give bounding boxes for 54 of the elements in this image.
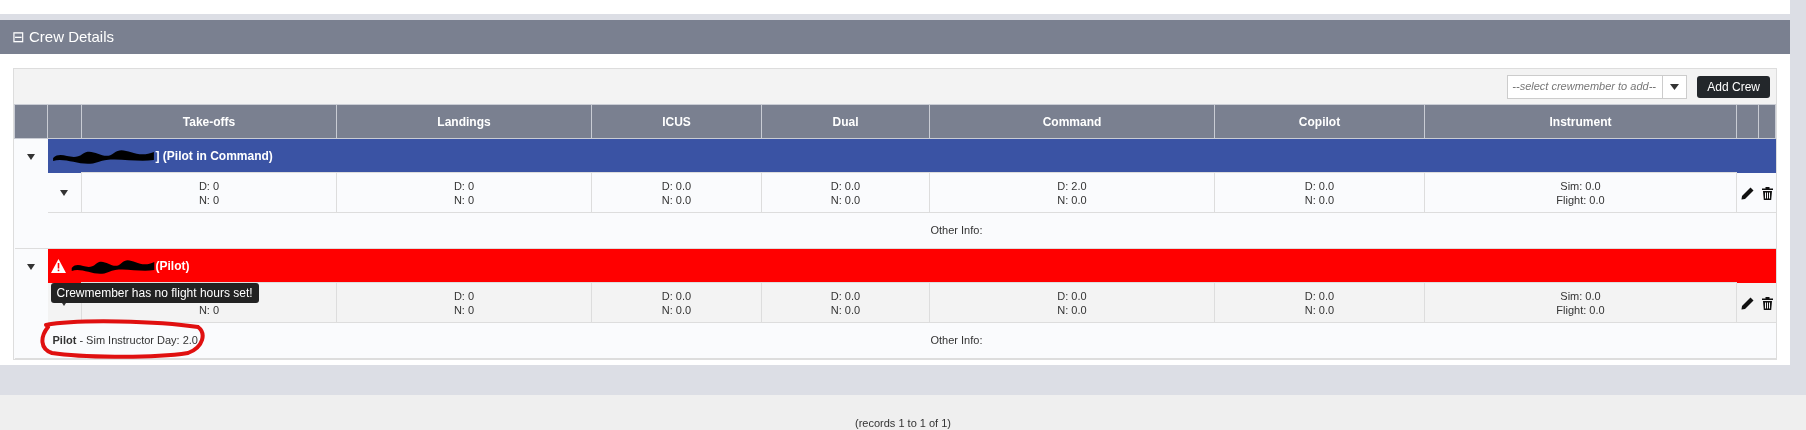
select-placeholder: --select crewmember to add-- — [1511, 79, 1657, 95]
edit-icon[interactable] — [1741, 296, 1755, 310]
hours-value: Sim: 0.0 — [1559, 178, 1602, 193]
hours-value: D: 0.0 — [660, 178, 693, 193]
records-count: (records 1 to 1 of 1) — [855, 416, 951, 430]
hours-value: N: 0.0 — [660, 192, 693, 207]
caret-icon[interactable] — [27, 153, 35, 160]
hours-value: N: 0 — [452, 302, 476, 317]
hours-value: N: 0 — [452, 192, 476, 207]
delete-icon[interactable] — [1761, 186, 1773, 200]
caret-icon[interactable] — [60, 190, 69, 197]
crew-role: ] (Pilot in Command) — [155, 147, 273, 165]
hours-value: Sim: 0.0 — [1559, 288, 1602, 303]
column-header: Landings — [336, 104, 592, 139]
hours-value: D: 0.0 — [829, 178, 862, 193]
hours-value: N: 0.0 — [829, 302, 862, 317]
other-info-label: Other Info: — [930, 334, 983, 347]
edit-icon[interactable] — [1741, 186, 1755, 200]
hours-value: N: 0 — [197, 302, 221, 317]
panel-title: Crew Details — [29, 26, 115, 47]
hours-value: N: 0.0 — [1056, 192, 1088, 207]
column-header: Dual — [761, 104, 930, 139]
hours-value: D: 0.0 — [1303, 178, 1336, 193]
column-header: Instrument — [1424, 104, 1737, 139]
hours-value: Flight: 0.0 — [1555, 192, 1606, 207]
column-header: ICUS — [591, 104, 762, 139]
hours-value: D: 0.0 — [1056, 288, 1088, 303]
hours-value: N: 0.0 — [660, 302, 693, 317]
hours-value: D: 0 — [197, 178, 221, 193]
hours-value: D: 0.0 — [1303, 288, 1336, 303]
caret-icon — [1670, 83, 1680, 90]
delete-icon[interactable] — [1761, 296, 1773, 310]
hours-value: Flight: 0.0 — [1555, 302, 1606, 317]
hours-value: D: 0 — [452, 178, 476, 193]
hours-value: D: 0 — [452, 288, 476, 303]
column-header: Take-offs — [81, 104, 337, 139]
crew-role: (Pilot) — [155, 257, 190, 275]
other-info-label: Other Info: — [930, 224, 983, 237]
hours-value: D: 0.0 — [660, 288, 693, 303]
hours-value: N: 0 — [197, 192, 221, 207]
hours-value: N: 0.0 — [1056, 302, 1088, 317]
crewmember-select[interactable]: --select crewmember to add-- — [1507, 74, 1688, 99]
hours-value: D: 0.0 — [829, 288, 862, 303]
hours-value: D: 2.0 — [1056, 178, 1088, 193]
collapse-icon[interactable]: ⊟ — [12, 25, 25, 49]
column-header: Copilot — [1214, 104, 1425, 139]
hours-value: N: 0.0 — [1303, 302, 1336, 317]
caret-icon[interactable] — [27, 263, 35, 270]
tooltip: Crewmember has no flight hours set! — [50, 282, 259, 303]
add-crew-button[interactable]: Add Crew — [1697, 75, 1770, 98]
hours-value: N: 0.0 — [1303, 192, 1336, 207]
hours-value: N: 0.0 — [829, 192, 862, 207]
info-text: Pilot - Sim Instructor Day: 2.0 — [52, 334, 198, 347]
column-header: Command — [929, 104, 1215, 139]
